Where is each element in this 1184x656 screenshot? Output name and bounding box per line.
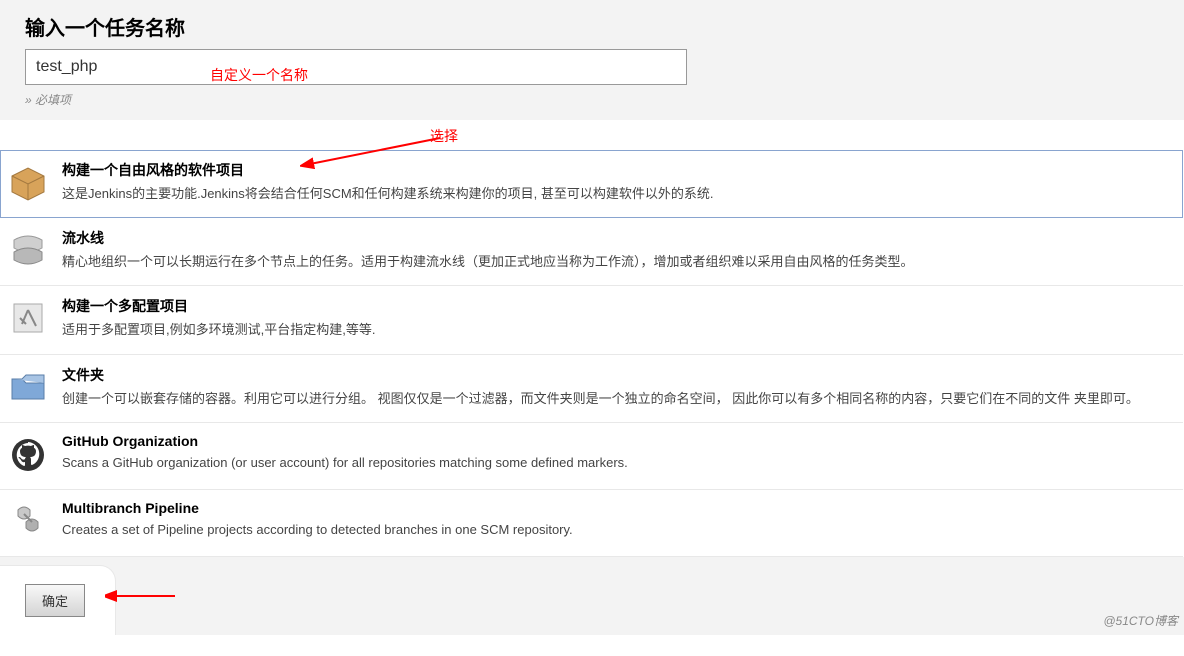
item-desc: 精心地组织一个可以长期运行在多个节点上的任务。适用于构建流水线（更加正式地应当称… [62,252,1173,272]
item-name-input[interactable] [25,49,687,85]
item-title: Multibranch Pipeline [62,500,1173,516]
freestyle-project-icon [8,162,48,202]
folder-icon [8,367,48,407]
multi-config-icon [8,298,48,338]
required-note: » 必填项 [25,85,1184,120]
item-desc: Creates a set of Pipeline projects accor… [62,520,1173,540]
item-multi-config[interactable]: 构建一个多配置项目 适用于多配置项目,例如多环境测试,平台指定构建,等等. [0,286,1183,355]
item-desc: 适用于多配置项目,例如多环境测试,平台指定构建,等等. [62,320,1173,340]
annotation-custom-name: 自定义一个名称 [210,65,308,85]
watermark: @51CTO博客 [1103,612,1178,629]
annotation-select: 选择 [430,116,1184,146]
github-icon [8,435,48,475]
ok-button[interactable]: 确定 [25,584,85,617]
item-title: GitHub Organization [62,433,1173,449]
button-panel: 确定 [0,565,116,635]
item-github-org[interactable]: GitHub Organization Scans a GitHub organ… [0,423,1183,490]
multibranch-pipeline-icon [8,502,48,542]
item-title: 流水线 [62,228,1173,248]
item-desc: Scans a GitHub organization (or user acc… [62,453,1173,473]
item-title: 文件夹 [62,365,1173,385]
item-folder[interactable]: 文件夹 创建一个可以嵌套存储的容器。利用它可以进行分组。 视图仅仅是一个过滤器，… [0,355,1183,424]
item-pipeline[interactable]: 流水线 精心地组织一个可以长期运行在多个节点上的任务。适用于构建流水线（更加正式… [0,218,1183,287]
footer: 确定 [0,557,1184,635]
pipeline-icon [8,230,48,270]
item-title: 构建一个多配置项目 [62,296,1173,316]
item-desc: 这是Jenkins的主要功能.Jenkins将会结合任何SCM和任何构建系统来构… [62,184,1173,204]
item-multibranch-pipeline[interactable]: Multibranch Pipeline Creates a set of Pi… [0,490,1183,557]
item-type-list: 选择 构建一个自由风格的软件项目 这是Jenkins的主要功能.Jenkins将… [0,120,1183,557]
item-freestyle-project[interactable]: 构建一个自由风格的软件项目 这是Jenkins的主要功能.Jenkins将会结合… [0,150,1183,218]
item-title: 构建一个自由风格的软件项目 [62,160,1173,180]
item-desc: 创建一个可以嵌套存储的容器。利用它可以进行分组。 视图仅仅是一个过滤器，而文件夹… [62,389,1173,409]
page-title: 输入一个任务名称 [25,0,1184,49]
